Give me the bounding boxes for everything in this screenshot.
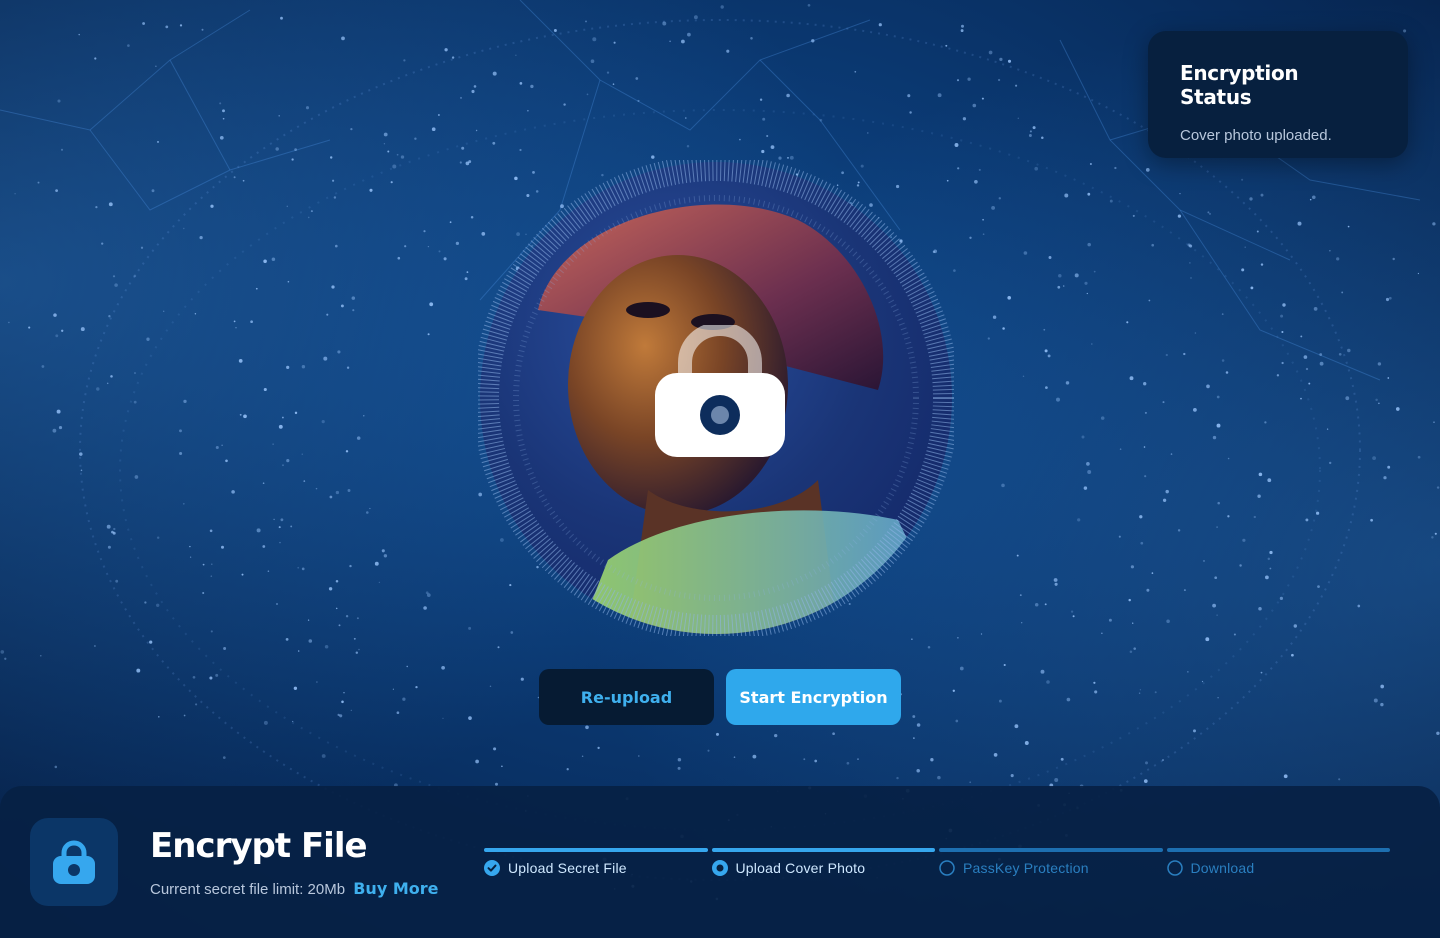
radio-empty-icon xyxy=(939,860,955,876)
status-message: Cover photo uploaded. xyxy=(1180,127,1332,144)
step-bar xyxy=(939,848,1163,852)
step-label: Upload Secret File xyxy=(508,860,627,876)
check-circle-icon xyxy=(484,860,500,876)
lock-icon xyxy=(655,325,785,457)
file-limit-label: Current secret file limit: 20Mb xyxy=(150,881,346,898)
file-limit-text: Current secret file limit: 20Mb Buy More xyxy=(150,879,438,898)
panel-title: Encrypt File xyxy=(150,826,368,866)
step-bar xyxy=(1166,848,1390,852)
step-label: Download xyxy=(1190,860,1255,876)
step-upload-secret-file: Upload Secret File xyxy=(484,848,708,888)
radio-active-icon xyxy=(711,860,728,876)
encryption-status-card: Encryption Status Cover photo uploaded. xyxy=(1148,31,1408,158)
status-title: Encryption Status xyxy=(1180,61,1299,109)
step-passkey-protection: PassKey Protection xyxy=(939,848,1163,888)
encrypt-file-panel: Encrypt File Current secret file limit: … xyxy=(0,786,1440,938)
progress-steps: Upload Secret File Upload Cover Photo Pa… xyxy=(484,848,1390,888)
lock-icon xyxy=(53,840,95,884)
step-label: PassKey Protection xyxy=(963,860,1089,876)
buy-more-link[interactable]: Buy More xyxy=(353,879,438,898)
encrypt-app-icon xyxy=(30,818,118,906)
radio-empty-icon xyxy=(1166,860,1183,876)
start-encryption-button[interactable]: Start Encryption xyxy=(726,669,901,725)
step-download: Download xyxy=(1166,848,1390,888)
step-label: Upload Cover Photo xyxy=(735,860,866,876)
step-bar xyxy=(484,848,708,852)
reupload-button[interactable]: Re-upload xyxy=(539,669,714,725)
step-bar xyxy=(711,848,935,852)
step-upload-cover-photo: Upload Cover Photo xyxy=(711,848,935,888)
